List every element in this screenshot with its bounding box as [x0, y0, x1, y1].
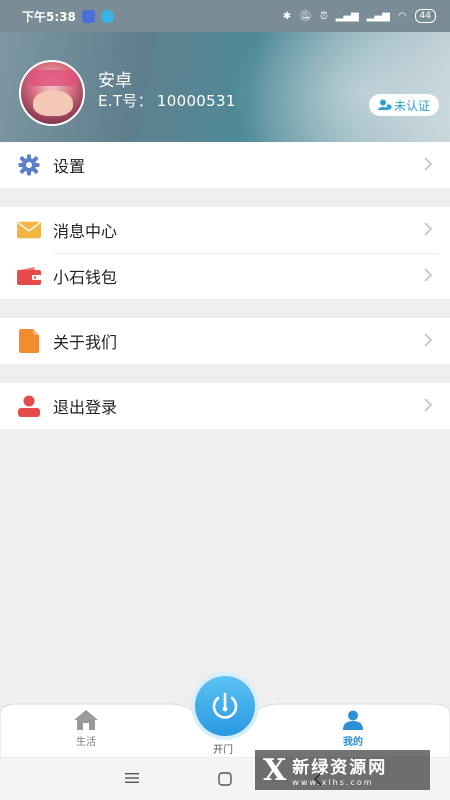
menu-group-about: 关于我们: [0, 318, 450, 364]
gear-icon: [17, 153, 41, 177]
chevron-right-icon: [424, 398, 433, 412]
wifi-icon: ◠: [397, 10, 407, 22]
profile-header: 安卓 E.T号： 10000531 未认证: [0, 32, 450, 142]
user-name: 安卓: [98, 71, 132, 91]
home-square-icon[interactable]: [218, 772, 232, 786]
user-id-value: 10000531: [156, 92, 236, 110]
envelope-icon: [17, 218, 41, 242]
nav-tab-me[interactable]: 我的: [343, 710, 363, 748]
avatar[interactable]: [19, 60, 85, 126]
chevron-right-icon: [424, 157, 433, 171]
user-id: E.T号： 10000531: [98, 90, 236, 111]
menu-group-settings: 设置: [0, 142, 450, 188]
app-notification-icon: [100, 9, 114, 23]
menu-item-label: 小石钱包: [53, 268, 118, 287]
menu-item-messages[interactable]: 消息中心: [0, 207, 450, 253]
user-id-label: E.T号：: [98, 92, 153, 110]
verify-button[interactable]: 未认证: [369, 94, 439, 116]
status-bar: 下午5:38 ✱ 🔕︎ ⏰︎ ▂▄▆ ▂▄▆ ◠ 44: [0, 0, 450, 32]
chevron-right-icon: [424, 222, 433, 236]
watermark: X 新绿资源网 www.xlhs.com: [255, 750, 430, 790]
bluetooth-icon: ✱: [282, 10, 292, 22]
battery-icon: 44: [414, 9, 436, 23]
menu-item-label: 消息中心: [53, 222, 118, 241]
menu-item-wallet[interactable]: 小石钱包: [0, 253, 450, 299]
verify-label: 未认证: [393, 98, 430, 113]
watermark-name: 新绿资源网: [292, 758, 388, 778]
menu-icon[interactable]: [125, 772, 139, 784]
nav-tab-label: 我的: [343, 737, 363, 748]
open-door-button[interactable]: [195, 676, 255, 736]
signal-icon: ▂▄▆: [335, 10, 359, 22]
watermark-url: www.xlhs.com: [292, 778, 374, 787]
app-notification-icon: [81, 9, 95, 23]
chevron-right-icon: [424, 268, 433, 282]
status-time: 下午5:38: [22, 9, 76, 24]
home-icon: [74, 710, 98, 730]
open-door-label: 开门: [213, 745, 233, 756]
document-icon: [17, 329, 41, 353]
menu-item-label: 退出登录: [53, 398, 118, 417]
menu-item-settings[interactable]: 设置: [0, 142, 450, 188]
menu-item-logout[interactable]: 退出登录: [0, 383, 450, 429]
wallet-icon: [17, 264, 41, 288]
menu-group-account: 消息中心 小石钱包: [0, 207, 450, 299]
user-icon: [343, 710, 363, 730]
nav-tab-label: 生活: [76, 737, 96, 748]
menu-item-label: 关于我们: [53, 333, 118, 352]
mute-icon: 🔕︎: [299, 10, 312, 22]
chevron-right-icon: [424, 333, 433, 347]
alarm-icon: ⏰︎: [319, 10, 328, 22]
power-icon: [212, 692, 238, 719]
menu-item-about[interactable]: 关于我们: [0, 318, 450, 364]
signal-icon: ▂▄▆: [366, 10, 390, 22]
menu-group-logout: 退出登录: [0, 383, 450, 429]
watermark-logo-icon: X: [263, 752, 287, 788]
user-icon: [17, 394, 41, 418]
nav-tab-home[interactable]: 生活: [74, 710, 98, 748]
user-verify-icon: [377, 99, 392, 110]
menu-item-label: 设置: [53, 157, 86, 176]
